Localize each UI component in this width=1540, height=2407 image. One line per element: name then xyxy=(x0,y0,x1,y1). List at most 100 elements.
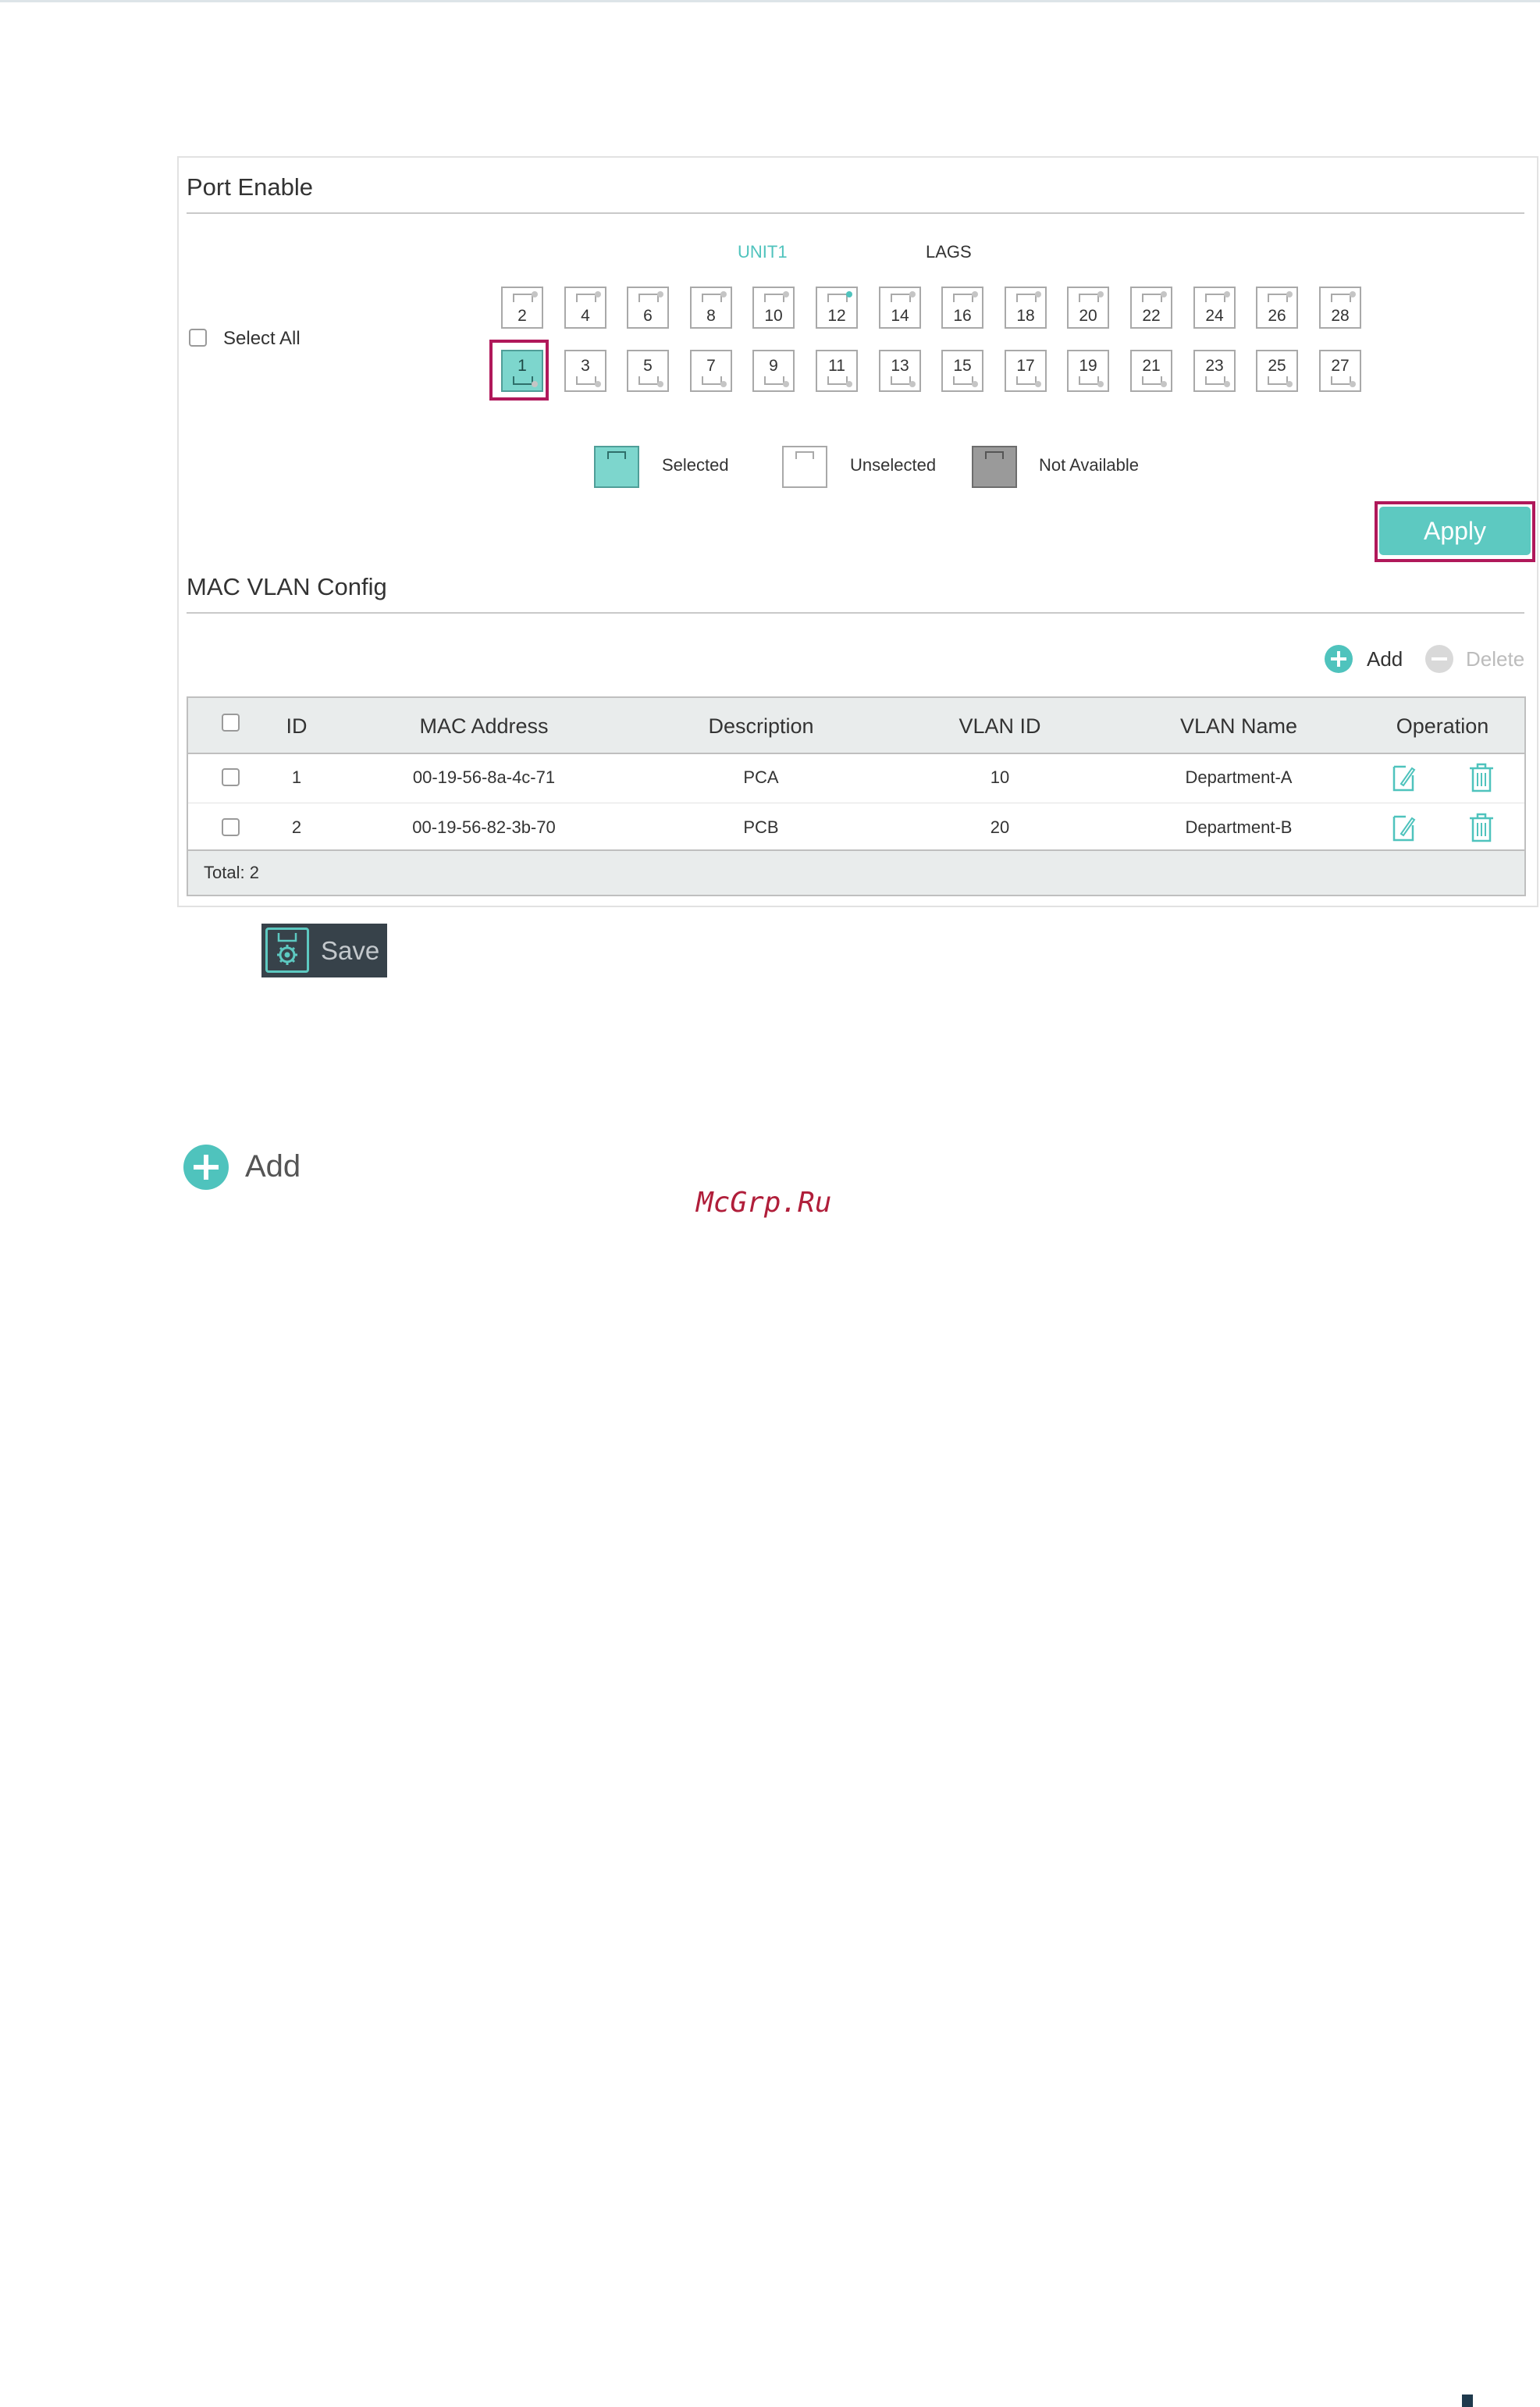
port-14[interactable]: 14 xyxy=(879,287,921,329)
port-status-led xyxy=(1097,381,1104,387)
port-number: 9 xyxy=(769,357,778,375)
port-jack-icon xyxy=(1142,376,1162,385)
port-23[interactable]: 23 xyxy=(1193,350,1236,392)
port-status-led xyxy=(657,381,663,387)
port-18[interactable]: 18 xyxy=(1005,287,1047,329)
legend-selected-swatch xyxy=(594,446,639,488)
cell-id: 1 xyxy=(291,767,302,787)
port-jack-icon xyxy=(953,294,973,302)
port-17[interactable]: 17 xyxy=(1005,350,1047,392)
port-status-led xyxy=(1350,381,1356,387)
port-2[interactable]: 2 xyxy=(501,287,543,329)
port-jack-icon xyxy=(1205,294,1225,302)
port-jack-icon xyxy=(827,294,848,302)
port-3[interactable]: 3 xyxy=(564,350,606,392)
port-number: 25 xyxy=(1268,357,1286,375)
legend-not-available-label: Not Available xyxy=(1039,455,1140,475)
select-all-label: Select All xyxy=(223,328,301,349)
port-9[interactable]: 9 xyxy=(752,350,795,392)
port-jack-icon xyxy=(1079,294,1099,302)
port-15[interactable]: 15 xyxy=(941,350,983,392)
cell-description: PCB xyxy=(743,817,779,837)
select-all-checkbox[interactable] xyxy=(189,329,207,347)
delete-button[interactable]: Delete xyxy=(1466,647,1524,671)
header-select-checkbox[interactable] xyxy=(222,714,240,732)
mac-vlan-title: MAC VLAN Config xyxy=(187,573,387,600)
port-jack-icon xyxy=(1268,376,1288,385)
add-icon[interactable] xyxy=(1325,645,1353,673)
port-number: 15 xyxy=(953,357,972,375)
port-28[interactable]: 28 xyxy=(1319,287,1361,329)
port-status-led xyxy=(972,381,978,387)
cell-id: 2 xyxy=(291,817,302,837)
row-checkbox[interactable] xyxy=(222,768,240,786)
cell-vlan-name: Department-B xyxy=(1185,817,1293,837)
port-status-led xyxy=(1224,291,1230,297)
port-26[interactable]: 26 xyxy=(1256,287,1298,329)
port-status-led xyxy=(1350,291,1356,297)
trash-icon[interactable] xyxy=(1468,762,1495,793)
row-checkbox[interactable] xyxy=(222,818,240,836)
add-label[interactable]: Add xyxy=(245,1149,301,1184)
save-button[interactable]: Save xyxy=(261,924,387,977)
port-number: 2 xyxy=(517,307,527,325)
add-button[interactable]: Add xyxy=(1367,647,1403,671)
port-6[interactable]: 6 xyxy=(627,287,669,329)
edit-icon[interactable] xyxy=(1392,813,1417,842)
tab-lags[interactable]: LAGS xyxy=(926,242,972,262)
port-status-led xyxy=(532,291,538,297)
port-enable-divider xyxy=(187,212,1524,214)
port-21[interactable]: 21 xyxy=(1130,350,1172,392)
port-status-led xyxy=(1286,291,1293,297)
port-16[interactable]: 16 xyxy=(941,287,983,329)
port-number: 6 xyxy=(643,307,653,325)
port-7[interactable]: 7 xyxy=(690,350,732,392)
trash-icon[interactable] xyxy=(1468,812,1495,843)
port-status-led xyxy=(720,291,727,297)
column-header-mac: MAC Address xyxy=(419,714,549,738)
port-4[interactable]: 4 xyxy=(564,287,606,329)
tab-unit1[interactable]: UNIT1 xyxy=(738,242,788,262)
edit-icon[interactable] xyxy=(1392,763,1417,792)
port-jack-icon xyxy=(1268,294,1288,302)
mac-vlan-divider xyxy=(187,612,1524,614)
port-jack-icon xyxy=(1331,294,1351,302)
port-status-led xyxy=(846,291,852,297)
port-27[interactable]: 27 xyxy=(1319,350,1361,392)
port-8[interactable]: 8 xyxy=(690,287,732,329)
port-number: 10 xyxy=(764,307,783,325)
port-19[interactable]: 19 xyxy=(1067,350,1109,392)
add-icon[interactable] xyxy=(183,1145,229,1190)
port-24[interactable]: 24 xyxy=(1193,287,1236,329)
port-jack-icon xyxy=(764,376,784,385)
port-25[interactable]: 25 xyxy=(1256,350,1298,392)
port-20[interactable]: 20 xyxy=(1067,287,1109,329)
port-12[interactable]: 12 xyxy=(816,287,858,329)
port-10[interactable]: 10 xyxy=(752,287,795,329)
port-number: 13 xyxy=(891,357,909,375)
delete-icon[interactable] xyxy=(1425,645,1453,673)
port-22[interactable]: 22 xyxy=(1130,287,1172,329)
port-13[interactable]: 13 xyxy=(879,350,921,392)
port-jack-icon xyxy=(891,294,911,302)
column-header-operation: Operation xyxy=(1396,714,1489,738)
port-5[interactable]: 5 xyxy=(627,350,669,392)
config-panel: Port Enable UNIT1 LAGS Select All 2 4 6 8 10… xyxy=(177,156,1538,907)
port-jack-icon xyxy=(576,294,596,302)
port-status-led xyxy=(783,381,789,387)
port-status-led xyxy=(595,291,601,297)
column-header-description: Description xyxy=(708,714,814,738)
cell-description: PCA xyxy=(743,767,779,787)
port-jack-icon xyxy=(638,376,659,385)
port-11[interactable]: 11 xyxy=(816,350,858,392)
port-number: 18 xyxy=(1016,307,1035,325)
port-jack-icon xyxy=(513,294,533,302)
port-number: 23 xyxy=(1205,357,1224,375)
save-config-icon xyxy=(265,928,309,973)
selected-port-highlight xyxy=(489,340,549,401)
legend-selected-label: Selected xyxy=(662,455,729,475)
apply-button[interactable]: Apply xyxy=(1379,507,1531,555)
port-number: 4 xyxy=(581,307,590,325)
port-number: 27 xyxy=(1331,357,1350,375)
port-jack-icon xyxy=(638,294,659,302)
